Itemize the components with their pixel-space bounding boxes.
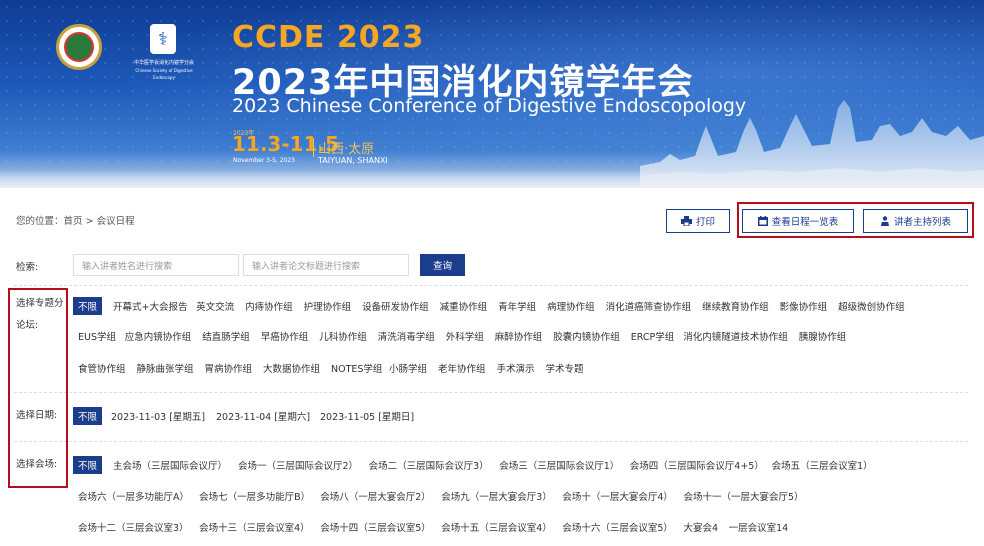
venue-option[interactable]: 会场六（一层多功能厅A） bbox=[78, 489, 189, 503]
forum-option[interactable]: 清洗消毒学组 bbox=[378, 329, 435, 343]
medical-staff-logo: ⚕ bbox=[150, 24, 176, 54]
forum-option[interactable]: 老年协作组 bbox=[438, 361, 486, 375]
venue-option[interactable]: 不限 bbox=[73, 456, 103, 474]
divider bbox=[14, 285, 968, 286]
venue-option[interactable]: 会场十二（三层会议室3） bbox=[78, 520, 189, 534]
forum-option[interactable]: 病理协作组 bbox=[547, 299, 595, 313]
date-range-en: November 3-5, 2023 bbox=[233, 157, 296, 164]
forum-option[interactable]: 儿科协作组 bbox=[319, 329, 367, 343]
location-en: TAIYUAN, SHANXI bbox=[318, 156, 388, 165]
venue-option[interactable]: 大宴会4 bbox=[684, 520, 719, 534]
forum-option[interactable]: 手术演示 bbox=[497, 361, 535, 375]
forum-option[interactable]: 消化道癌筛查协作组 bbox=[606, 299, 692, 313]
forum-option[interactable]: ERCP学组 bbox=[631, 329, 675, 343]
location-cn: 山西·太原 bbox=[313, 138, 374, 157]
divider bbox=[14, 392, 968, 393]
search-label: 检索: bbox=[16, 262, 39, 273]
venue-option[interactable]: 会场九（一层大宴会厅3） bbox=[441, 489, 552, 503]
print-button[interactable]: 打印 bbox=[666, 209, 730, 233]
forum-option[interactable]: 超级微创协作组 bbox=[838, 299, 905, 313]
printer-icon bbox=[680, 216, 692, 226]
breadcrumb: 您的位置：首页 > 会议日程 bbox=[16, 216, 135, 227]
user-podium-icon bbox=[880, 216, 889, 226]
search-row: 检索: 输入讲者姓名进行搜索 输入讲者论文标题进行搜索 查询 bbox=[0, 252, 984, 280]
speaker-list-button[interactable]: 讲者主持列表 bbox=[863, 209, 968, 233]
forum-option[interactable]: 应急内镜协作组 bbox=[125, 329, 192, 343]
venue-option[interactable]: 会场一（三层国际会议厅2） bbox=[238, 458, 358, 472]
forum-option[interactable]: 青年学组 bbox=[498, 299, 536, 313]
forum-option[interactable]: 学术专题 bbox=[546, 361, 584, 375]
venue-filter-label: 选择会场: bbox=[16, 459, 58, 470]
forum-option[interactable]: 食管协作组 bbox=[78, 361, 126, 375]
venue-option[interactable]: 会场十三（三层会议室4） bbox=[199, 520, 310, 534]
venue-option[interactable]: 会场十五（三层会议室4） bbox=[441, 520, 552, 534]
forum-option[interactable]: 消化内镜隧道技术协作组 bbox=[683, 329, 788, 343]
forum-option[interactable]: 不限 bbox=[73, 297, 103, 315]
breadcrumb-toolbar-row: 您的位置：首页 > 会议日程 打印 查看日程一览表 讲者主持列表 bbox=[0, 201, 984, 239]
forum-option[interactable]: 胰腺协作组 bbox=[799, 329, 847, 343]
venue-option[interactable]: 会场三（三层国际会议厅1） bbox=[499, 458, 619, 472]
logo-caption: 中华医学会消化内镜学分会 Chinese Society of Digestiv… bbox=[133, 60, 194, 80]
society-seal-logo bbox=[56, 24, 102, 70]
forum-option[interactable]: 影像协作组 bbox=[780, 299, 828, 313]
calendar-icon bbox=[757, 216, 768, 226]
forum-option[interactable]: 护理协作组 bbox=[304, 299, 352, 313]
forum-option[interactable]: 外科学组 bbox=[446, 329, 484, 343]
venue-option[interactable]: 会场二（三层国际会议厅3） bbox=[369, 458, 489, 472]
forum-option[interactable]: 继续教育协作组 bbox=[702, 299, 769, 313]
forum-option[interactable]: 胃病协作组 bbox=[205, 361, 253, 375]
query-button[interactable]: 查询 bbox=[420, 254, 465, 276]
date-option[interactable]: 2023-11-04 [星期六] bbox=[216, 409, 310, 423]
forum-option[interactable]: 小肠学组 bbox=[389, 361, 427, 375]
venue-option[interactable]: 会场五（三层会议室1） bbox=[772, 458, 873, 472]
venue-option[interactable]: 主会场（三层国际会议厅） bbox=[113, 458, 227, 472]
forum-option[interactable]: 大数据协作组 bbox=[263, 361, 320, 375]
date-option[interactable]: 不限 bbox=[73, 407, 103, 425]
ccde-mark: CCDE 2023 bbox=[232, 20, 425, 55]
divider bbox=[14, 441, 968, 442]
venue-option[interactable]: 会场八（一层大宴会厅2） bbox=[320, 489, 431, 503]
breadcrumb-home-link[interactable]: 首页 bbox=[64, 216, 83, 227]
forum-filter-label: 选择专题分 论坛: bbox=[16, 298, 64, 331]
venue-option[interactable]: 会场十一（一层大宴会厅5） bbox=[684, 489, 804, 503]
forum-option[interactable]: 结直肠学组 bbox=[202, 329, 250, 343]
forum-option[interactable]: 内痔协作组 bbox=[245, 299, 293, 313]
date-filter-label: 选择日期: bbox=[16, 410, 58, 421]
forum-option[interactable]: 静脉曲张学组 bbox=[137, 361, 194, 375]
forum-option[interactable]: 开幕式+大会报告 bbox=[113, 299, 187, 313]
forum-option[interactable]: EUS学组 bbox=[78, 329, 116, 343]
forum-option[interactable]: 麻醉协作组 bbox=[495, 329, 543, 343]
date-option[interactable]: 2023-11-05 [星期日] bbox=[320, 409, 414, 423]
speaker-name-search-input[interactable]: 输入讲者姓名进行搜索 bbox=[73, 254, 239, 276]
date-option[interactable]: 2023-11-03 [星期五] bbox=[111, 409, 205, 423]
forum-option[interactable]: 设备研发协作组 bbox=[362, 299, 429, 313]
venue-option[interactable]: 会场七（一层多功能厅B） bbox=[199, 489, 310, 503]
conference-banner: ⚕ 中华医学会消化内镜学分会 Chinese Society of Digest… bbox=[0, 0, 984, 188]
forum-option[interactable]: 减重协作组 bbox=[440, 299, 488, 313]
venue-option[interactable]: 会场四（三层国际会议厅4+5） bbox=[630, 458, 764, 472]
breadcrumb-current: 会议日程 bbox=[96, 216, 135, 227]
forum-option[interactable]: NOTES学组 bbox=[331, 361, 382, 375]
venue-option[interactable]: 会场十（一层大宴会厅4） bbox=[562, 489, 673, 503]
forum-option[interactable]: 英文交流 bbox=[196, 299, 234, 313]
forum-option[interactable]: 胶囊内镜协作组 bbox=[553, 329, 620, 343]
venue-option[interactable]: 一层会议室14 bbox=[729, 520, 789, 534]
forum-option[interactable]: 早癌协作组 bbox=[261, 329, 309, 343]
venue-option[interactable]: 会场十六（三层会议室5） bbox=[562, 520, 673, 534]
venue-option[interactable]: 会场十四（三层会议室5） bbox=[320, 520, 431, 534]
schedule-overview-button[interactable]: 查看日程一览表 bbox=[742, 209, 854, 233]
paper-title-search-input[interactable]: 输入讲者论文标题进行搜索 bbox=[243, 254, 409, 276]
